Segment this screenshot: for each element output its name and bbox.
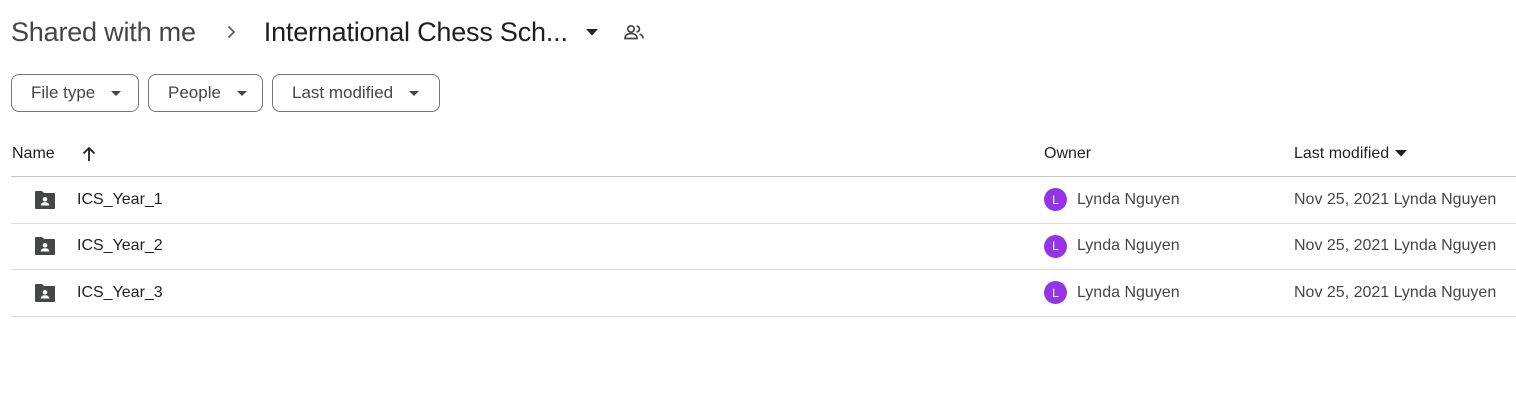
last-modified-column-header[interactable]: Last modified xyxy=(1294,145,1409,163)
avatar: L xyxy=(1044,234,1067,258)
caret-down-icon xyxy=(1393,146,1409,162)
table-row[interactable]: ICS_Year_2 L Lynda Nguyen Nov 25, 2021 L… xyxy=(11,224,1516,270)
file-type-filter[interactable]: File type xyxy=(11,74,139,112)
name-cell: ICS_Year_3 xyxy=(11,281,1044,305)
shared-folder-icon xyxy=(33,188,57,212)
file-name[interactable]: ICS_Year_2 xyxy=(77,237,163,255)
caret-down-icon xyxy=(407,86,421,100)
owner-name: Lynda Nguyen xyxy=(1077,237,1180,255)
last-modified-cell: Nov 25, 2021 Lynda Nguyen xyxy=(1294,237,1497,255)
avatar: L xyxy=(1044,281,1067,305)
owner-column-header[interactable]: Owner xyxy=(1044,145,1294,163)
people-icon[interactable] xyxy=(622,20,646,44)
name-column-header[interactable]: Name xyxy=(11,142,1044,166)
people-filter[interactable]: People xyxy=(148,74,263,112)
shared-folder-icon xyxy=(33,234,57,258)
arrow-up-icon[interactable] xyxy=(77,142,101,166)
caret-down-icon xyxy=(109,86,123,100)
shared-folder-icon xyxy=(33,281,57,305)
last-modified-cell: Nov 25, 2021 Lynda Nguyen xyxy=(1294,283,1497,301)
filter-chips: File type People Last modified xyxy=(11,74,440,112)
name-cell: ICS_Year_1 xyxy=(11,188,1044,212)
breadcrumb-shared-with-me[interactable]: Shared with me xyxy=(11,17,196,48)
file-type-filter-label: File type xyxy=(31,83,96,102)
owner-cell: L Lynda Nguyen xyxy=(1044,188,1294,212)
table-row[interactable]: ICS_Year_3 L Lynda Nguyen Nov 25, 2021 L… xyxy=(11,270,1516,317)
caret-down-icon[interactable] xyxy=(580,20,604,44)
owner-cell: L Lynda Nguyen xyxy=(1044,281,1294,305)
name-cell: ICS_Year_2 xyxy=(11,234,1044,258)
breadcrumb-current-folder[interactable]: International Chess Sch... xyxy=(264,17,568,48)
last-modified-filter[interactable]: Last modified xyxy=(272,74,440,112)
file-list: Name Owner Last modified ICS_Year_1 L Ly… xyxy=(11,131,1516,317)
file-name[interactable]: ICS_Year_3 xyxy=(77,284,163,302)
name-column-label: Name xyxy=(12,144,55,162)
chevron-right-icon xyxy=(220,21,242,43)
last-modified-column-label: Last modified xyxy=(1294,144,1390,162)
last-modified-cell: Nov 25, 2021 Lynda Nguyen xyxy=(1294,190,1497,208)
breadcrumb: Shared with me International Chess Sch..… xyxy=(11,12,646,52)
avatar: L xyxy=(1044,188,1067,212)
owner-cell: L Lynda Nguyen xyxy=(1044,234,1294,258)
owner-name: Lynda Nguyen xyxy=(1077,283,1180,301)
file-name[interactable]: ICS_Year_1 xyxy=(77,191,163,209)
table-row[interactable]: ICS_Year_1 L Lynda Nguyen Nov 25, 2021 L… xyxy=(11,177,1516,224)
table-header: Name Owner Last modified xyxy=(11,131,1516,177)
last-modified-filter-label: Last modified xyxy=(292,83,394,102)
owner-name: Lynda Nguyen xyxy=(1077,190,1180,208)
caret-down-icon xyxy=(235,86,249,100)
people-filter-label: People xyxy=(168,83,221,102)
